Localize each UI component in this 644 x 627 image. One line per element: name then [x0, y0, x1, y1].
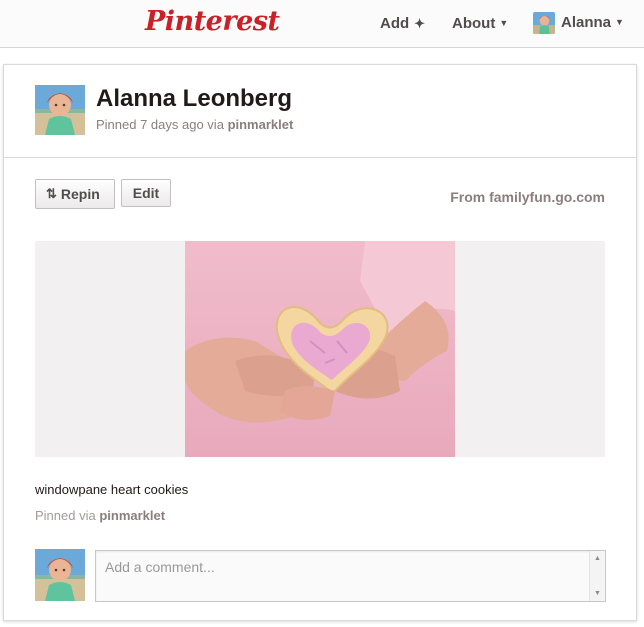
- nav-about-label: About: [452, 15, 496, 32]
- comment-input[interactable]: [96, 551, 590, 601]
- chevron-down-icon: ▼: [615, 16, 624, 27]
- pin-detail-panel: Alanna Leonberg Pinned 7 days ago via pi…: [3, 64, 637, 621]
- nav-about-menu[interactable]: About ▼: [452, 15, 508, 32]
- pin-description: windowpane heart cookies: [35, 482, 189, 497]
- pinned-meta-text: Pinned 7 days ago via: [96, 117, 224, 132]
- commenter-avatar[interactable]: [35, 549, 85, 601]
- repin-label: Repin: [60, 186, 100, 202]
- scroll-down-arrow-icon[interactable]: ▼: [594, 590, 601, 597]
- scroll-up-arrow-icon[interactable]: ▲: [594, 555, 601, 562]
- chevron-down-icon: ▼: [499, 18, 509, 28]
- pinned-meta-source-link[interactable]: pinmarklet: [228, 117, 294, 132]
- edit-button[interactable]: Edit: [121, 179, 171, 207]
- pinned-meta: Pinned 7 days ago via pinmarklet: [96, 117, 293, 132]
- pinned-via-source-link[interactable]: pinmarklet: [99, 508, 165, 523]
- pinner-avatar[interactable]: [35, 85, 85, 135]
- comment-scrollbar[interactable]: ▲ ▼: [589, 551, 605, 601]
- pin-header: Alanna Leonberg Pinned 7 days ago via pi…: [4, 65, 636, 158]
- nav-user-label: Alanna: [561, 13, 612, 31]
- repin-button[interactable]: ⇅ Repin: [35, 179, 115, 209]
- nav-user-menu[interactable]: Alanna ▼: [533, 12, 624, 34]
- top-navigation-bar: Pinterest Add ✦ About ▼ Alanna ▼: [0, 0, 644, 48]
- nav-add-menu[interactable]: Add ✦: [380, 15, 425, 32]
- pinned-via: Pinned via pinmarklet: [35, 508, 165, 523]
- comment-box: ▲ ▼: [95, 550, 606, 602]
- repin-icon: ⇅: [46, 186, 57, 201]
- pin-image-frame: [35, 241, 605, 457]
- source-link[interactable]: From familyfun.go.com: [450, 189, 605, 205]
- pin-image[interactable]: [185, 241, 455, 457]
- user-avatar-icon: [533, 12, 555, 34]
- pinner-name[interactable]: Alanna Leonberg: [96, 85, 292, 113]
- nav-add-label: Add: [380, 15, 410, 32]
- plus-icon: ✦: [414, 16, 426, 31]
- pinned-via-text: Pinned via: [35, 508, 96, 523]
- edit-label: Edit: [132, 185, 160, 201]
- pinterest-logo[interactable]: Pinterest: [145, 6, 280, 37]
